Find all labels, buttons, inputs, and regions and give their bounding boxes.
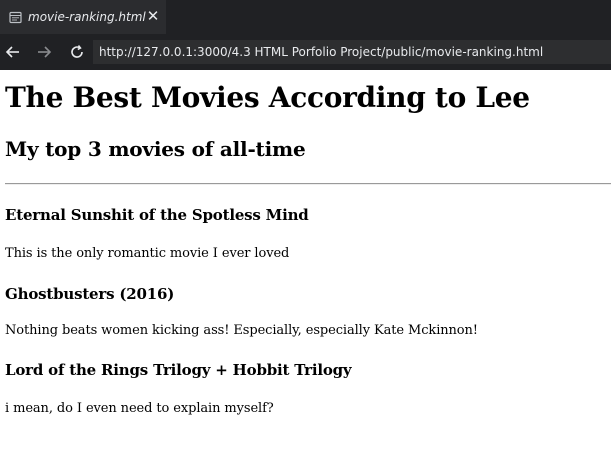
page-icon [8,10,22,24]
forward-arrow-icon[interactable] [33,41,55,63]
divider [5,183,611,185]
reload-icon[interactable] [66,41,88,63]
movie-description: This is the only romantic movie I ever l… [5,246,290,261]
movie-description: Nothing beats women kicking ass! Especia… [5,323,478,338]
page-subtitle: My top 3 movies of all-time [5,137,306,161]
url-text[interactable]: http://127.0.0.1:3000/4.3 HTML Porfolio … [99,45,543,59]
tab-bar: movie-ranking.html ✕ [0,0,611,34]
movie-title: Ghostbusters (2016) [5,285,175,303]
address-bar[interactable]: http://127.0.0.1:3000/4.3 HTML Porfolio … [93,40,611,64]
back-arrow-icon[interactable] [2,41,24,63]
browser-tab[interactable]: movie-ranking.html [0,0,166,34]
browser-chrome: movie-ranking.html ✕ http://127.0.0.1:30… [0,0,611,70]
movie-title: Eternal Sunshit of the Spotless Mind [5,206,309,224]
movie-title: Lord of the Rings Trilogy + Hobbit Trilo… [5,361,352,379]
page-content: The Best Movies According to Lee My top … [0,70,611,470]
movie-description: i mean, do I even need to explain myself… [5,401,274,416]
browser-toolbar: http://127.0.0.1:3000/4.3 HTML Porfolio … [0,34,611,70]
close-icon[interactable]: ✕ [145,8,161,24]
page-title: The Best Movies According to Lee [5,81,530,114]
tab-title: movie-ranking.html [28,10,146,24]
